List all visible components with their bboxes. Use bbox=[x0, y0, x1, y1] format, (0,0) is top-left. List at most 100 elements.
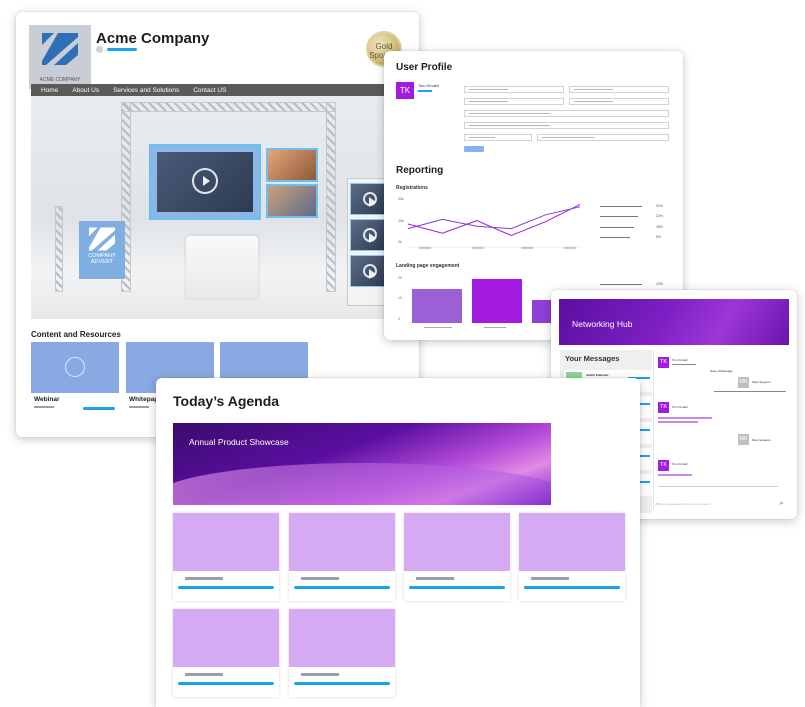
chat-input[interactable]: Write a message and press enter to send bbox=[655, 502, 710, 506]
chat-avatar-tk: TK bbox=[658, 460, 669, 471]
brochure-3[interactable] bbox=[350, 255, 387, 287]
truss-right bbox=[326, 102, 336, 292]
engagement-title: Landing page engagement bbox=[396, 263, 460, 269]
agenda-session-tile[interactable] bbox=[289, 609, 395, 697]
resource-card-webinar[interactable]: Webinar bbox=[31, 342, 119, 414]
video-thumb-2[interactable] bbox=[266, 184, 318, 218]
agenda-title: Today’s Agenda bbox=[173, 393, 280, 409]
agenda-session-tile[interactable] bbox=[173, 609, 279, 697]
profile-field-title[interactable] bbox=[464, 122, 669, 129]
profile-field-email[interactable] bbox=[464, 98, 564, 105]
agenda-session-tile[interactable] bbox=[519, 513, 625, 601]
registrations-line-chart bbox=[406, 203, 582, 249]
session-meta bbox=[185, 577, 223, 580]
legend-pct-3: 8% bbox=[656, 235, 662, 239]
brochure-1[interactable] bbox=[350, 183, 387, 215]
profile-field-city[interactable] bbox=[464, 134, 532, 141]
profile-field-phone[interactable] bbox=[569, 98, 669, 105]
chat-date-label: Date of Message bbox=[710, 369, 733, 373]
chat-message-line bbox=[658, 421, 698, 423]
session-meta bbox=[531, 577, 569, 580]
play-icon[interactable] bbox=[192, 168, 218, 194]
presenter-video[interactable] bbox=[157, 152, 253, 212]
resource-thumbnail[interactable] bbox=[31, 342, 119, 393]
bar-legend-pct-0: 10% bbox=[656, 282, 664, 286]
nav-services[interactable]: Services and Solutions bbox=[113, 87, 179, 94]
bar-xlabel bbox=[484, 327, 506, 328]
your-messages-title: Your Messages bbox=[565, 354, 620, 363]
session-thumbnail[interactable] bbox=[404, 513, 510, 571]
truss-top bbox=[121, 102, 336, 112]
profile-field-country[interactable] bbox=[537, 134, 669, 141]
virtual-booth-hall: COMPANY ADVERT bbox=[31, 96, 419, 319]
session-thumbnail[interactable] bbox=[289, 609, 395, 667]
banner-wave bbox=[173, 463, 551, 505]
nav-about-us[interactable]: About Us bbox=[72, 87, 99, 94]
profile-field-last-name[interactable] bbox=[569, 86, 669, 93]
contact-name: Judith Edelman bbox=[586, 373, 609, 377]
content-resources-title: Content and Resources bbox=[31, 330, 121, 339]
bar-ytick-0: 20 bbox=[398, 276, 402, 280]
networking-hub-title: Networking Hub bbox=[572, 319, 633, 329]
agenda-session-tile[interactable] bbox=[404, 513, 510, 601]
play-icon[interactable] bbox=[363, 264, 377, 279]
company-underline bbox=[107, 48, 137, 51]
brochure-2[interactable] bbox=[350, 219, 387, 251]
advert-logo-icon bbox=[89, 227, 115, 251]
resource-meta bbox=[129, 406, 149, 408]
profile-field-company[interactable] bbox=[464, 110, 669, 117]
play-icon[interactable] bbox=[65, 357, 85, 377]
bar-ytick-1: 10 bbox=[398, 296, 402, 300]
agenda-session-tile[interactable] bbox=[289, 513, 395, 601]
chat-avatar-tk: TK bbox=[658, 402, 669, 413]
session-link[interactable] bbox=[524, 586, 620, 589]
session-thumbnail[interactable] bbox=[173, 513, 279, 571]
session-link[interactable] bbox=[178, 682, 274, 685]
profile-field-first-name[interactable] bbox=[464, 86, 564, 93]
session-link[interactable] bbox=[294, 682, 390, 685]
reporting-title: Reporting bbox=[396, 165, 444, 176]
session-link[interactable] bbox=[409, 586, 505, 589]
line-ytick-0: 40k bbox=[398, 197, 404, 201]
bar-ytick-2: 0 bbox=[398, 317, 400, 321]
agenda-banner: Annual Product Showcase bbox=[173, 423, 551, 505]
networking-banner: Networking Hub bbox=[559, 299, 789, 345]
video-thumb-1[interactable] bbox=[266, 148, 318, 182]
nav-contact[interactable]: Contact US bbox=[193, 87, 226, 94]
main-video-screen[interactable] bbox=[149, 144, 261, 220]
resource-link[interactable] bbox=[83, 407, 115, 410]
line-ytick-1: 20k bbox=[398, 219, 404, 223]
chat-sender-name: Mary Eugenio bbox=[752, 438, 771, 442]
engagement-bar-0 bbox=[412, 288, 462, 323]
chat-sender-name: Tom Kindell bbox=[672, 405, 688, 409]
registrations-series-0 bbox=[407, 203, 581, 237]
session-thumbnail[interactable] bbox=[289, 513, 395, 571]
bar-xlabel bbox=[424, 327, 452, 328]
session-thumbnail[interactable] bbox=[519, 513, 625, 571]
session-meta bbox=[301, 577, 339, 580]
company-advert-panel[interactable]: COMPANY ADVERT bbox=[79, 221, 125, 279]
resource-meta bbox=[34, 406, 54, 408]
legend-pct-0: 31% bbox=[656, 204, 664, 208]
legend-pct-2: 15% bbox=[656, 225, 664, 229]
nav-home[interactable]: Home bbox=[41, 87, 58, 94]
legend-line bbox=[600, 284, 642, 285]
session-thumbnail[interactable] bbox=[173, 609, 279, 667]
user-name: Tom Kindell bbox=[418, 83, 439, 88]
session-link[interactable] bbox=[294, 586, 390, 589]
chat-message-line bbox=[658, 417, 712, 419]
play-icon[interactable] bbox=[363, 192, 377, 207]
logo-text: ACME COMPANY bbox=[39, 77, 81, 83]
session-link[interactable] bbox=[178, 586, 274, 589]
send-icon[interactable]: ➤ bbox=[779, 500, 784, 507]
legend-line bbox=[600, 237, 630, 238]
profile-save-button[interactable] bbox=[464, 146, 484, 152]
legend-line bbox=[600, 206, 642, 207]
line-ytick-2: 0k bbox=[398, 240, 402, 244]
agenda-session-tile[interactable] bbox=[173, 513, 279, 601]
agenda-card: Today’s Agenda Annual Product Showcase bbox=[156, 378, 640, 707]
chat-sender-name: Tom Kindell bbox=[672, 358, 688, 362]
company-name: Acme Company bbox=[96, 30, 210, 47]
chat-message-line bbox=[658, 474, 692, 476]
play-icon[interactable] bbox=[363, 228, 377, 243]
